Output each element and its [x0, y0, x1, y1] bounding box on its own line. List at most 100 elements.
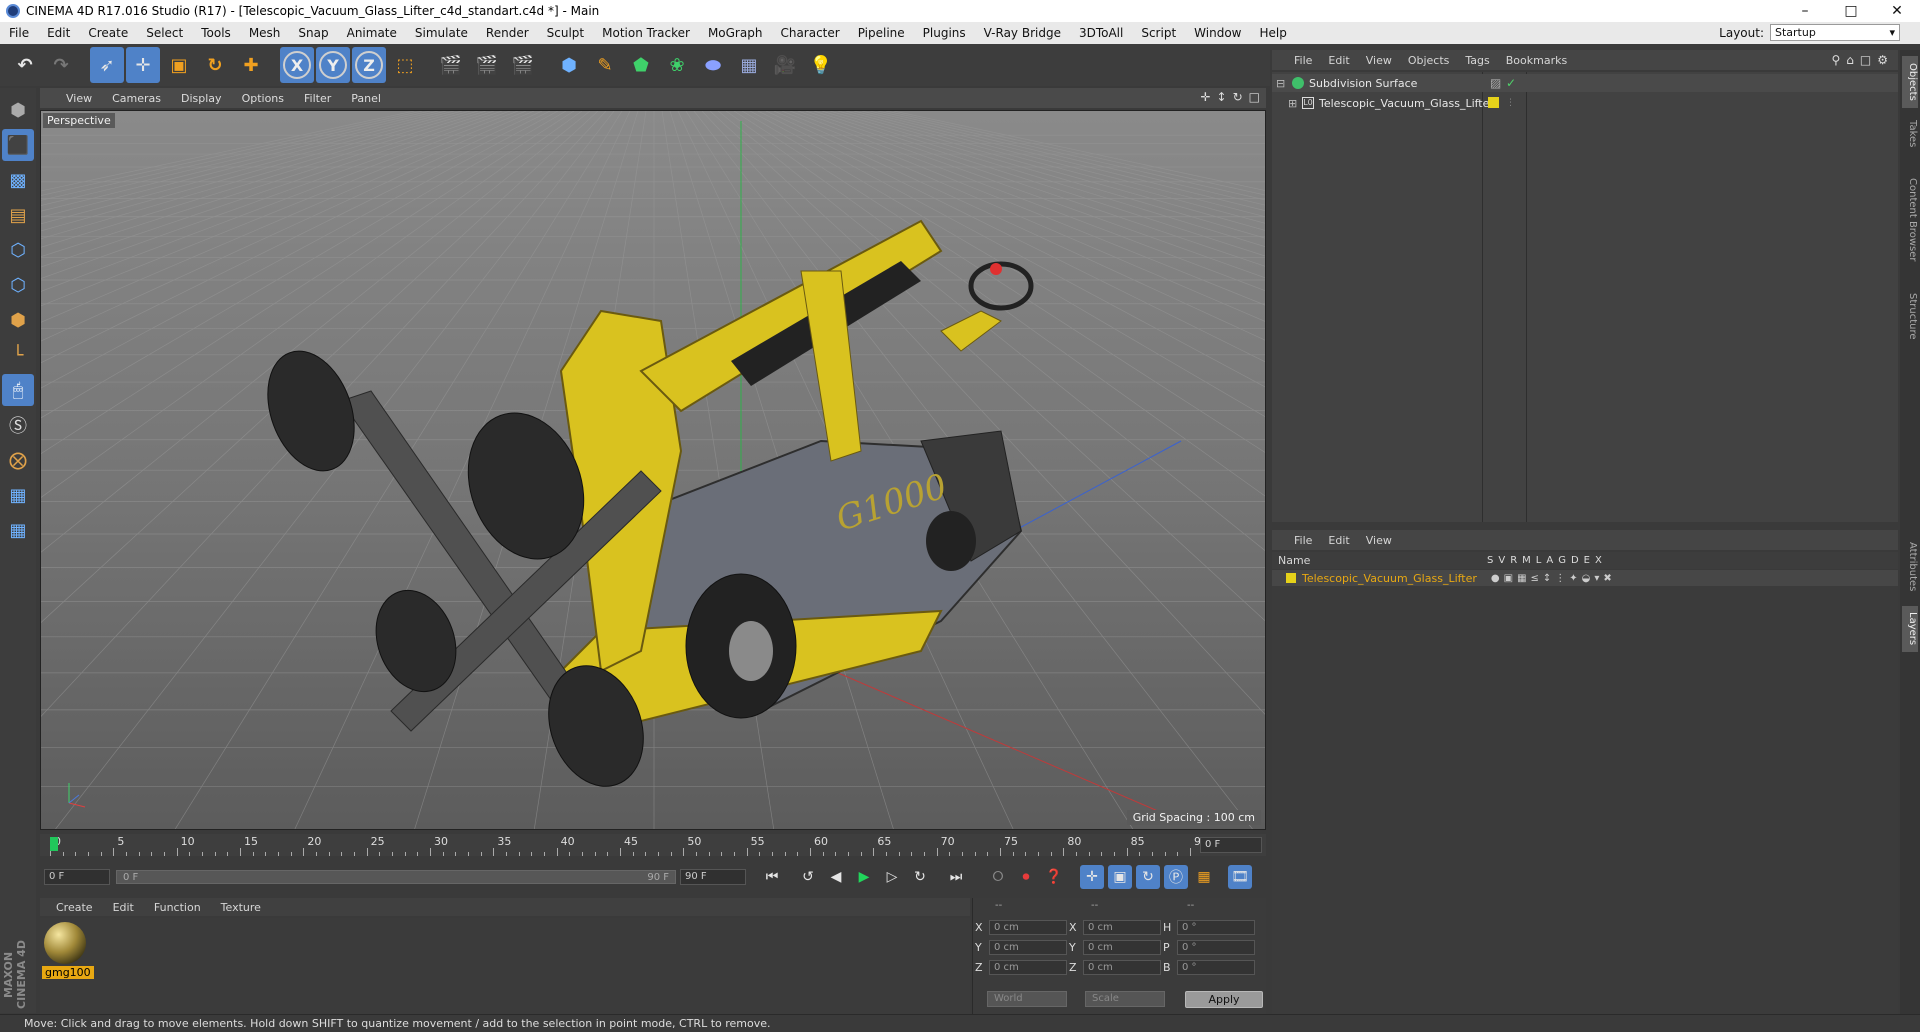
preview-range-slider[interactable]: 0 F 90 F: [116, 870, 676, 884]
maximize-button[interactable]: □: [1828, 0, 1874, 22]
menu-file[interactable]: File: [0, 26, 38, 40]
menu-create[interactable]: Create: [79, 26, 137, 40]
layer-name[interactable]: Telescopic_Vacuum_Glass_Lifter: [1302, 572, 1477, 585]
texture-mode-button[interactable]: ▩: [2, 164, 34, 196]
search-icon[interactable]: ⚲: [1831, 53, 1840, 67]
next-frame-button[interactable]: ▷: [880, 865, 904, 889]
next-key-button[interactable]: ↻: [908, 865, 932, 889]
cube-primitive-button[interactable]: ⬢: [552, 47, 586, 83]
previous-frame-button[interactable]: ◀: [824, 865, 848, 889]
polygons-mode-button[interactable]: ⬢: [2, 304, 34, 336]
material-menu-edit[interactable]: Edit: [103, 901, 144, 914]
key-rotation-button[interactable]: ↻: [1136, 865, 1160, 889]
points-mode-button[interactable]: ⬡: [2, 234, 34, 266]
menu-character[interactable]: Character: [771, 26, 848, 40]
enabled-check-icon[interactable]: ✓: [1506, 76, 1516, 90]
lm-menu-view[interactable]: View: [1358, 534, 1400, 547]
menu-animate[interactable]: Animate: [338, 26, 406, 40]
snap-button[interactable]: Ⓢ: [2, 409, 34, 441]
edges-mode-button[interactable]: ⬡: [2, 269, 34, 301]
toggle-panels-icon[interactable]: □: [1249, 90, 1260, 104]
model-mode-button[interactable]: ⬛: [2, 129, 34, 161]
autokeying-button[interactable]: ❓: [1042, 865, 1066, 889]
rotation-h-field[interactable]: 0 °: [1177, 919, 1255, 935]
tweak-mode-button[interactable]: 🖱: [2, 374, 34, 406]
close-button[interactable]: ✕: [1874, 0, 1920, 22]
layer-color-swatch[interactable]: [1286, 573, 1296, 583]
menu-window[interactable]: Window: [1185, 26, 1250, 40]
deformer-button[interactable]: ⬬: [696, 47, 730, 83]
z-axis-lock-button[interactable]: Z: [352, 47, 386, 83]
dolly-view-icon[interactable]: ↕: [1217, 90, 1227, 104]
viewport-camera-label[interactable]: Perspective: [43, 113, 115, 128]
menu-simulate[interactable]: Simulate: [406, 26, 477, 40]
rotate-tool-button[interactable]: ↻: [198, 47, 232, 83]
object-row-lifter[interactable]: ⊞ L0 Telescopic_Vacuum_Glass_Lifter ⋮: [1272, 94, 1898, 112]
previous-key-button[interactable]: ↺: [796, 865, 820, 889]
light-button[interactable]: 💡: [804, 47, 838, 83]
floor-button[interactable]: ▦: [732, 47, 766, 83]
start-frame-field[interactable]: 0 F: [44, 869, 110, 885]
rotation-p-field[interactable]: 0 °: [1177, 939, 1255, 955]
timeline[interactable]: 051015202530354045505560657075808590 0 F: [40, 834, 1266, 856]
make-editable-button[interactable]: ⬢: [2, 94, 34, 126]
transform-tool-button[interactable]: ✚: [234, 47, 268, 83]
menu-script[interactable]: Script: [1132, 26, 1185, 40]
settings-icon[interactable]: ⚙: [1877, 53, 1888, 67]
play-button[interactable]: ▶: [852, 865, 876, 889]
position-y-field[interactable]: 0 cm: [989, 939, 1067, 955]
go-to-end-button[interactable]: ⏭: [944, 865, 968, 889]
apply-button[interactable]: Apply: [1185, 991, 1263, 1008]
viewport-menu-view[interactable]: View: [56, 92, 102, 105]
menu-help[interactable]: Help: [1250, 26, 1295, 40]
timeline-window-button[interactable]: 🎞: [1228, 865, 1252, 889]
viewport-menu-cameras[interactable]: Cameras: [102, 92, 171, 105]
material-menu-create[interactable]: Create: [46, 901, 103, 914]
menu-edit[interactable]: Edit: [38, 26, 79, 40]
om-menu-view[interactable]: View: [1358, 54, 1400, 67]
viewport-menu-filter[interactable]: Filter: [294, 92, 341, 105]
axis-mode-button[interactable]: └: [2, 339, 34, 371]
visibility-dots-icon[interactable]: ⋮: [1506, 98, 1515, 108]
key-point-level-button[interactable]: ▦: [1192, 865, 1216, 889]
key-parameter-button[interactable]: Ⓟ: [1164, 865, 1188, 889]
om-menu-edit[interactable]: Edit: [1320, 54, 1357, 67]
om-menu-tags[interactable]: Tags: [1457, 54, 1497, 67]
key-position-button[interactable]: ✛: [1080, 865, 1104, 889]
size-x-field[interactable]: 0 cm: [1083, 919, 1161, 935]
tab-objects[interactable]: Objects: [1902, 56, 1918, 108]
rotation-b-field[interactable]: 0 °: [1177, 959, 1255, 975]
size-z-field[interactable]: 0 cm: [1083, 959, 1161, 975]
timeline-ruler[interactable]: 051015202530354045505560657075808590: [50, 834, 1208, 856]
om-menu-bookmarks[interactable]: Bookmarks: [1498, 54, 1575, 67]
layout-dropdown[interactable]: Startup: [1770, 24, 1900, 41]
position-x-field[interactable]: 0 cm: [989, 919, 1067, 935]
record-active-objects-button[interactable]: ⏺: [1014, 865, 1038, 889]
coordinate-mode-dropdown[interactable]: World: [987, 991, 1067, 1007]
tab-takes[interactable]: Takes: [1902, 114, 1918, 154]
menu-mesh[interactable]: Mesh: [240, 26, 290, 40]
viewport-menu-options[interactable]: Options: [232, 92, 294, 105]
scale-tool-button[interactable]: ▣: [162, 47, 196, 83]
edit-render-settings-button[interactable]: 🎬: [506, 47, 540, 83]
pan-view-icon[interactable]: ✛: [1200, 90, 1210, 104]
end-frame-field[interactable]: 90 F: [680, 869, 746, 885]
magnet-tool-button[interactable]: ⨂: [2, 444, 34, 476]
menu-render[interactable]: Render: [477, 26, 538, 40]
spline-pen-button[interactable]: ✎: [588, 47, 622, 83]
y-axis-lock-button[interactable]: Y: [316, 47, 350, 83]
visibility-toggle-icon[interactable]: ▨: [1490, 76, 1501, 90]
om-menu-file[interactable]: File: [1286, 54, 1320, 67]
tab-content-browser[interactable]: Content Browser: [1902, 160, 1918, 280]
menu-3dtoall[interactable]: 3DToAll: [1070, 26, 1132, 40]
viewport-menu-panel[interactable]: Panel: [341, 92, 391, 105]
undo-button[interactable]: ↶: [8, 47, 42, 83]
layer-toggle-icons[interactable]: ●▣▦≤↕⋮✦◒▾✖: [1491, 573, 1616, 584]
cloner-button[interactable]: ❀: [660, 47, 694, 83]
home-icon[interactable]: ⌂: [1846, 53, 1854, 67]
size-mode-dropdown[interactable]: Scale: [1085, 991, 1165, 1007]
motion-record-button[interactable]: ⭘: [986, 865, 1010, 889]
render-to-picture-viewer-button[interactable]: 🎬: [470, 47, 504, 83]
menu-plugins[interactable]: Plugins: [914, 26, 975, 40]
redo-button[interactable]: ↷: [44, 47, 78, 83]
